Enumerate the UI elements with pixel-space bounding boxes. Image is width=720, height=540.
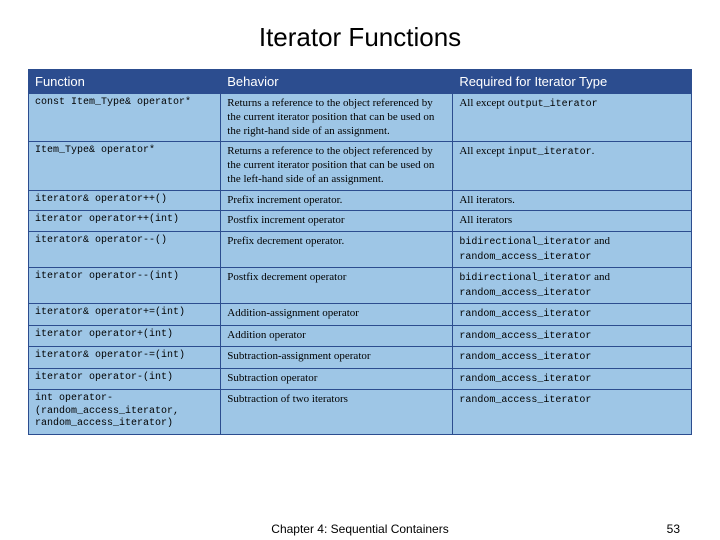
cell-required: All iterators: [453, 211, 692, 232]
table-header-row: Function Behavior Required for Iterator …: [29, 70, 692, 94]
cell-function: Item_Type& operator*: [29, 142, 221, 190]
header-function: Function: [29, 70, 221, 94]
cell-behavior: Subtraction of two iterators: [221, 390, 453, 435]
cell-function: iterator& operator-=(int): [29, 347, 221, 369]
cell-required: random_access_iterator: [453, 390, 692, 435]
cell-function: iterator operator+(int): [29, 325, 221, 347]
cell-function: iterator& operator--(): [29, 232, 221, 268]
table-row: iterator operator--(int) Postfix decreme…: [29, 268, 692, 304]
cell-function: int operator-(random_access_iterator, ra…: [29, 390, 221, 435]
cell-required: All iterators.: [453, 190, 692, 211]
cell-function: iterator operator++(int): [29, 211, 221, 232]
cell-function: const Item_Type& operator*: [29, 94, 221, 142]
header-required: Required for Iterator Type: [453, 70, 692, 94]
cell-required: random_access_iterator: [453, 304, 692, 326]
cell-behavior: Returns a reference to the object refere…: [221, 94, 453, 142]
cell-behavior: Prefix decrement operator.: [221, 232, 453, 268]
slide: Iterator Functions Function Behavior Req…: [0, 0, 720, 540]
cell-required: bidirectional_iterator and random_access…: [453, 268, 692, 304]
table-row: iterator operator++(int) Postfix increme…: [29, 211, 692, 232]
table-row: int operator-(random_access_iterator, ra…: [29, 390, 692, 435]
cell-required: random_access_iterator: [453, 325, 692, 347]
table-row: iterator& operator-=(int) Subtraction-as…: [29, 347, 692, 369]
cell-required: bidirectional_iterator and random_access…: [453, 232, 692, 268]
cell-behavior: Addition-assignment operator: [221, 304, 453, 326]
slide-title: Iterator Functions: [0, 0, 720, 69]
cell-function: iterator operator-(int): [29, 368, 221, 390]
table-row: iterator& operator--() Prefix decrement …: [29, 232, 692, 268]
cell-required: All except output_iterator: [453, 94, 692, 142]
cell-function: iterator& operator++(): [29, 190, 221, 211]
footer-page-number: 53: [667, 522, 680, 536]
table-row: Item_Type& operator* Returns a reference…: [29, 142, 692, 190]
table-row: const Item_Type& operator* Returns a ref…: [29, 94, 692, 142]
table-row: iterator operator+(int) Addition operato…: [29, 325, 692, 347]
header-behavior: Behavior: [221, 70, 453, 94]
cell-behavior: Returns a reference to the object refere…: [221, 142, 453, 190]
iterator-functions-table: Function Behavior Required for Iterator …: [28, 69, 692, 435]
cell-behavior: Addition operator: [221, 325, 453, 347]
cell-required: random_access_iterator: [453, 347, 692, 369]
table-row: iterator operator-(int) Subtraction oper…: [29, 368, 692, 390]
cell-function: iterator& operator+=(int): [29, 304, 221, 326]
cell-required: All except input_iterator.: [453, 142, 692, 190]
table-container: Function Behavior Required for Iterator …: [28, 69, 692, 435]
cell-behavior: Subtraction-assignment operator: [221, 347, 453, 369]
cell-behavior: Subtraction operator: [221, 368, 453, 390]
table-row: iterator& operator+=(int) Addition-assig…: [29, 304, 692, 326]
cell-behavior: Postfix increment operator: [221, 211, 453, 232]
cell-behavior: Postfix decrement operator: [221, 268, 453, 304]
footer-chapter: Chapter 4: Sequential Containers: [271, 522, 448, 536]
cell-behavior: Prefix increment operator.: [221, 190, 453, 211]
table-row: iterator& operator++() Prefix increment …: [29, 190, 692, 211]
cell-function: iterator operator--(int): [29, 268, 221, 304]
cell-required: random_access_iterator: [453, 368, 692, 390]
